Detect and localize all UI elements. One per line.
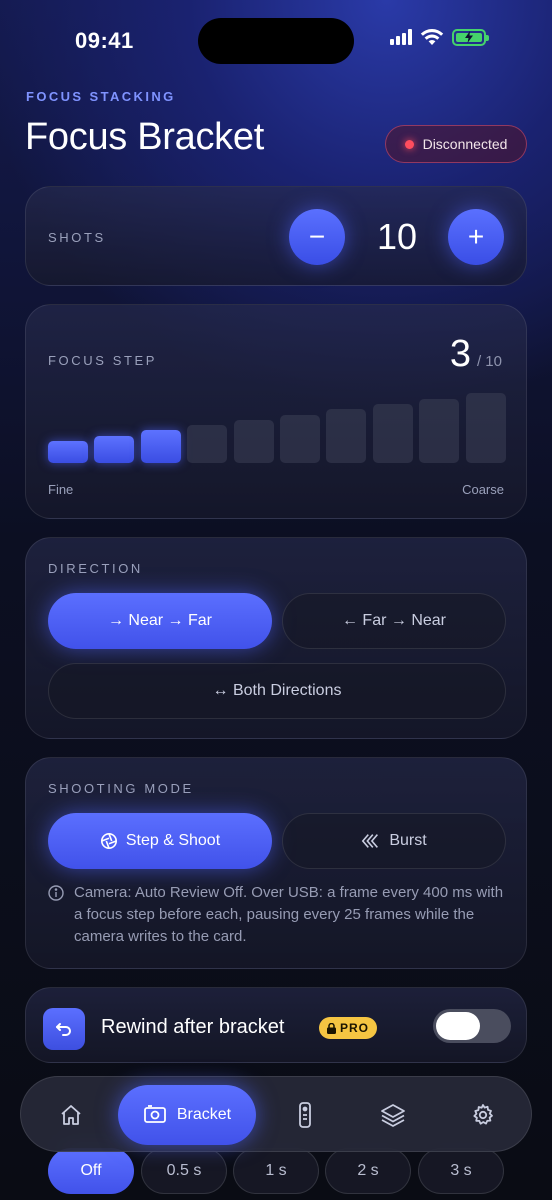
status-icons bbox=[390, 28, 489, 46]
delay-chip-label: 0.5 s bbox=[166, 1162, 202, 1179]
nav-remote[interactable] bbox=[277, 1077, 333, 1153]
focus-step-bar-5[interactable] bbox=[233, 419, 274, 463]
remote-icon bbox=[299, 1102, 311, 1128]
focus-step-bar-9[interactable] bbox=[419, 398, 460, 463]
delay-chip-1s[interactable]: 1 s bbox=[233, 1148, 319, 1194]
bottom-nav: Bracket bbox=[20, 1076, 532, 1152]
increment-shots-button[interactable]: + bbox=[448, 209, 504, 265]
mode-option-label: Burst bbox=[389, 832, 427, 849]
focus-step-selector[interactable] bbox=[48, 393, 506, 463]
nav-settings[interactable] bbox=[455, 1077, 511, 1153]
nav-bracket[interactable]: Bracket bbox=[118, 1085, 256, 1145]
focus-step-label: FOCUS STEP bbox=[48, 353, 158, 368]
focus-step-bar-3[interactable] bbox=[140, 430, 181, 463]
plus-icon: + bbox=[467, 221, 485, 252]
delay-chip-off[interactable]: Off bbox=[48, 1148, 134, 1194]
focus-step-bar-1[interactable] bbox=[48, 441, 88, 463]
info-icon bbox=[48, 885, 64, 901]
focus-step-card: FOCUS STEP 3 / 10 Fine Coarse bbox=[25, 304, 527, 519]
focus-step-max: / 10 bbox=[476, 353, 502, 370]
pro-badge-label: PRO bbox=[340, 1021, 370, 1035]
focus-step-bar-2[interactable] bbox=[94, 435, 135, 463]
step-and-shoot-button[interactable]: Step & Shoot bbox=[48, 813, 272, 869]
delay-chip-0-5s[interactable]: 0.5 s bbox=[141, 1148, 227, 1194]
decrement-shots-button[interactable]: − bbox=[289, 209, 345, 265]
dynamic-island bbox=[198, 18, 354, 64]
minus-icon: − bbox=[308, 221, 326, 252]
connection-status-label: Disconnected bbox=[422, 136, 508, 152]
focus-step-readout: 3 / 10 bbox=[450, 333, 502, 376]
nav-home[interactable] bbox=[43, 1077, 99, 1153]
section-kicker: FOCUS STACKING bbox=[26, 89, 176, 104]
mode-option-label: Step & Shoot bbox=[125, 832, 221, 849]
mode-info: Camera: Auto Review Off. Over USB: a fra… bbox=[48, 882, 508, 948]
page-title: Focus Bracket bbox=[25, 116, 264, 158]
focus-step-bar-10[interactable] bbox=[465, 393, 506, 463]
shots-value: 10 bbox=[376, 216, 418, 257]
rewind-label: Rewind after bracket bbox=[101, 1016, 285, 1038]
cellular-signal-icon bbox=[390, 29, 412, 45]
shooting-mode-label: SHOOTING MODE bbox=[48, 781, 194, 796]
lock-icon bbox=[327, 1022, 336, 1034]
bracket-icon bbox=[143, 1105, 166, 1123]
direction-option-label: → Near → Far bbox=[107, 612, 212, 629]
toggle-knob bbox=[436, 1012, 480, 1040]
focus-step-bar-8[interactable] bbox=[372, 403, 413, 463]
focus-step-bar-4[interactable] bbox=[187, 425, 228, 463]
mode-info-text: Camera: Auto Review Off. Over USB: a fra… bbox=[74, 884, 504, 945]
wifi-icon bbox=[420, 29, 444, 45]
nav-active-label: Bracket bbox=[176, 1106, 232, 1123]
focus-step-bar-7[interactable] bbox=[326, 409, 367, 463]
shots-label: SHOTS bbox=[48, 230, 106, 245]
rewind-icon bbox=[43, 1008, 85, 1050]
delay-chip-2s[interactable]: 2 s bbox=[325, 1148, 411, 1194]
pro-badge: PRO bbox=[319, 1017, 378, 1039]
shooting-mode-card: SHOOTING MODE Step & Shoot Burst Camera:… bbox=[25, 757, 527, 969]
delay-chip-label: 3 s bbox=[450, 1162, 472, 1179]
rewind-toggle[interactable] bbox=[433, 1009, 511, 1043]
focus-step-bar-6[interactable] bbox=[280, 414, 320, 463]
direction-option-label: ↔ Both Directions bbox=[212, 682, 342, 699]
layers-icon bbox=[381, 1104, 405, 1127]
rewind-card: Rewind after bracket PRO bbox=[25, 987, 527, 1063]
focus-step-value: 3 bbox=[449, 333, 471, 375]
delay-chip-label: 2 s bbox=[357, 1162, 379, 1179]
shots-card: SHOTS − 10 + bbox=[25, 186, 527, 286]
direction-both-button[interactable]: ↔ Both Directions bbox=[48, 663, 506, 719]
direction-far-to-near-button[interactable]: ← Far → Near bbox=[282, 593, 506, 649]
fine-label: Fine bbox=[48, 482, 74, 497]
direction-near-to-far-button[interactable]: → Near → Far bbox=[48, 593, 272, 649]
connection-status-badge[interactable]: Disconnected bbox=[385, 125, 527, 163]
home-icon bbox=[61, 1105, 81, 1125]
delay-chip-label: 1 s bbox=[265, 1162, 287, 1179]
gear-icon bbox=[473, 1104, 493, 1125]
battery-charging-icon bbox=[452, 28, 489, 46]
burst-button[interactable]: Burst bbox=[282, 813, 506, 869]
direction-option-label: ← Far → Near bbox=[341, 612, 446, 629]
coarse-label: Coarse bbox=[462, 482, 504, 497]
aperture-icon bbox=[100, 832, 117, 850]
burst-icon bbox=[362, 834, 379, 848]
status-dot-icon bbox=[404, 139, 414, 149]
status-time: 09:41 bbox=[75, 28, 134, 53]
direction-label: DIRECTION bbox=[48, 561, 143, 576]
nav-layers[interactable] bbox=[365, 1077, 421, 1153]
delay-chip-label: Off bbox=[80, 1162, 102, 1179]
direction-card: DIRECTION → Near → Far ← Far → Near ↔ Bo… bbox=[25, 537, 527, 739]
delay-chip-3s[interactable]: 3 s bbox=[418, 1148, 504, 1194]
